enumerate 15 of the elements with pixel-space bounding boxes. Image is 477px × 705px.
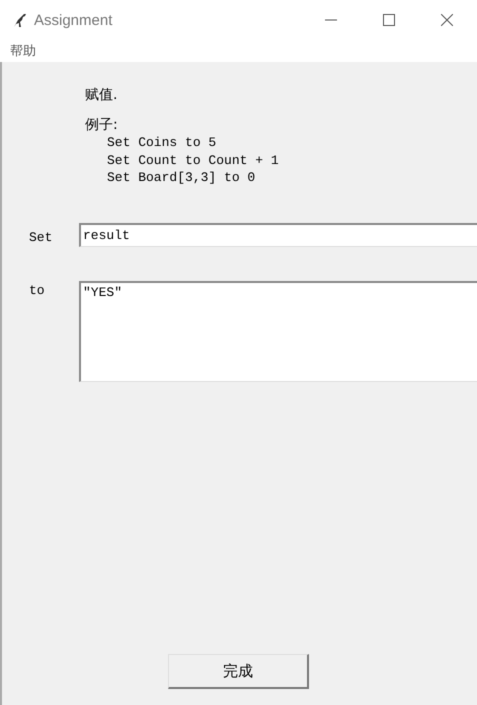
text-area[interactable]: "YES" xyxy=(79,280,477,382)
example-line: Set Coins to 5 xyxy=(107,134,218,152)
done-button[interactable]: 完成 xyxy=(168,654,309,689)
app-icon xyxy=(12,12,28,28)
examples-label: 例子: xyxy=(85,116,119,134)
example-line: Set Count to Count + 1 xyxy=(107,152,280,169)
maximize-icon[interactable] xyxy=(383,14,395,26)
heading-text: 赋值. xyxy=(85,86,118,104)
window-title: Assignment xyxy=(34,12,112,28)
example-line: Set Board[3,3] to 0 xyxy=(107,169,256,186)
input-field[interactable]: result xyxy=(79,222,477,246)
field-label: Set xyxy=(28,228,54,244)
field-label: to xyxy=(28,282,46,298)
menu-item[interactable]: 帮助 xyxy=(10,42,36,60)
close-icon[interactable] xyxy=(441,14,453,26)
